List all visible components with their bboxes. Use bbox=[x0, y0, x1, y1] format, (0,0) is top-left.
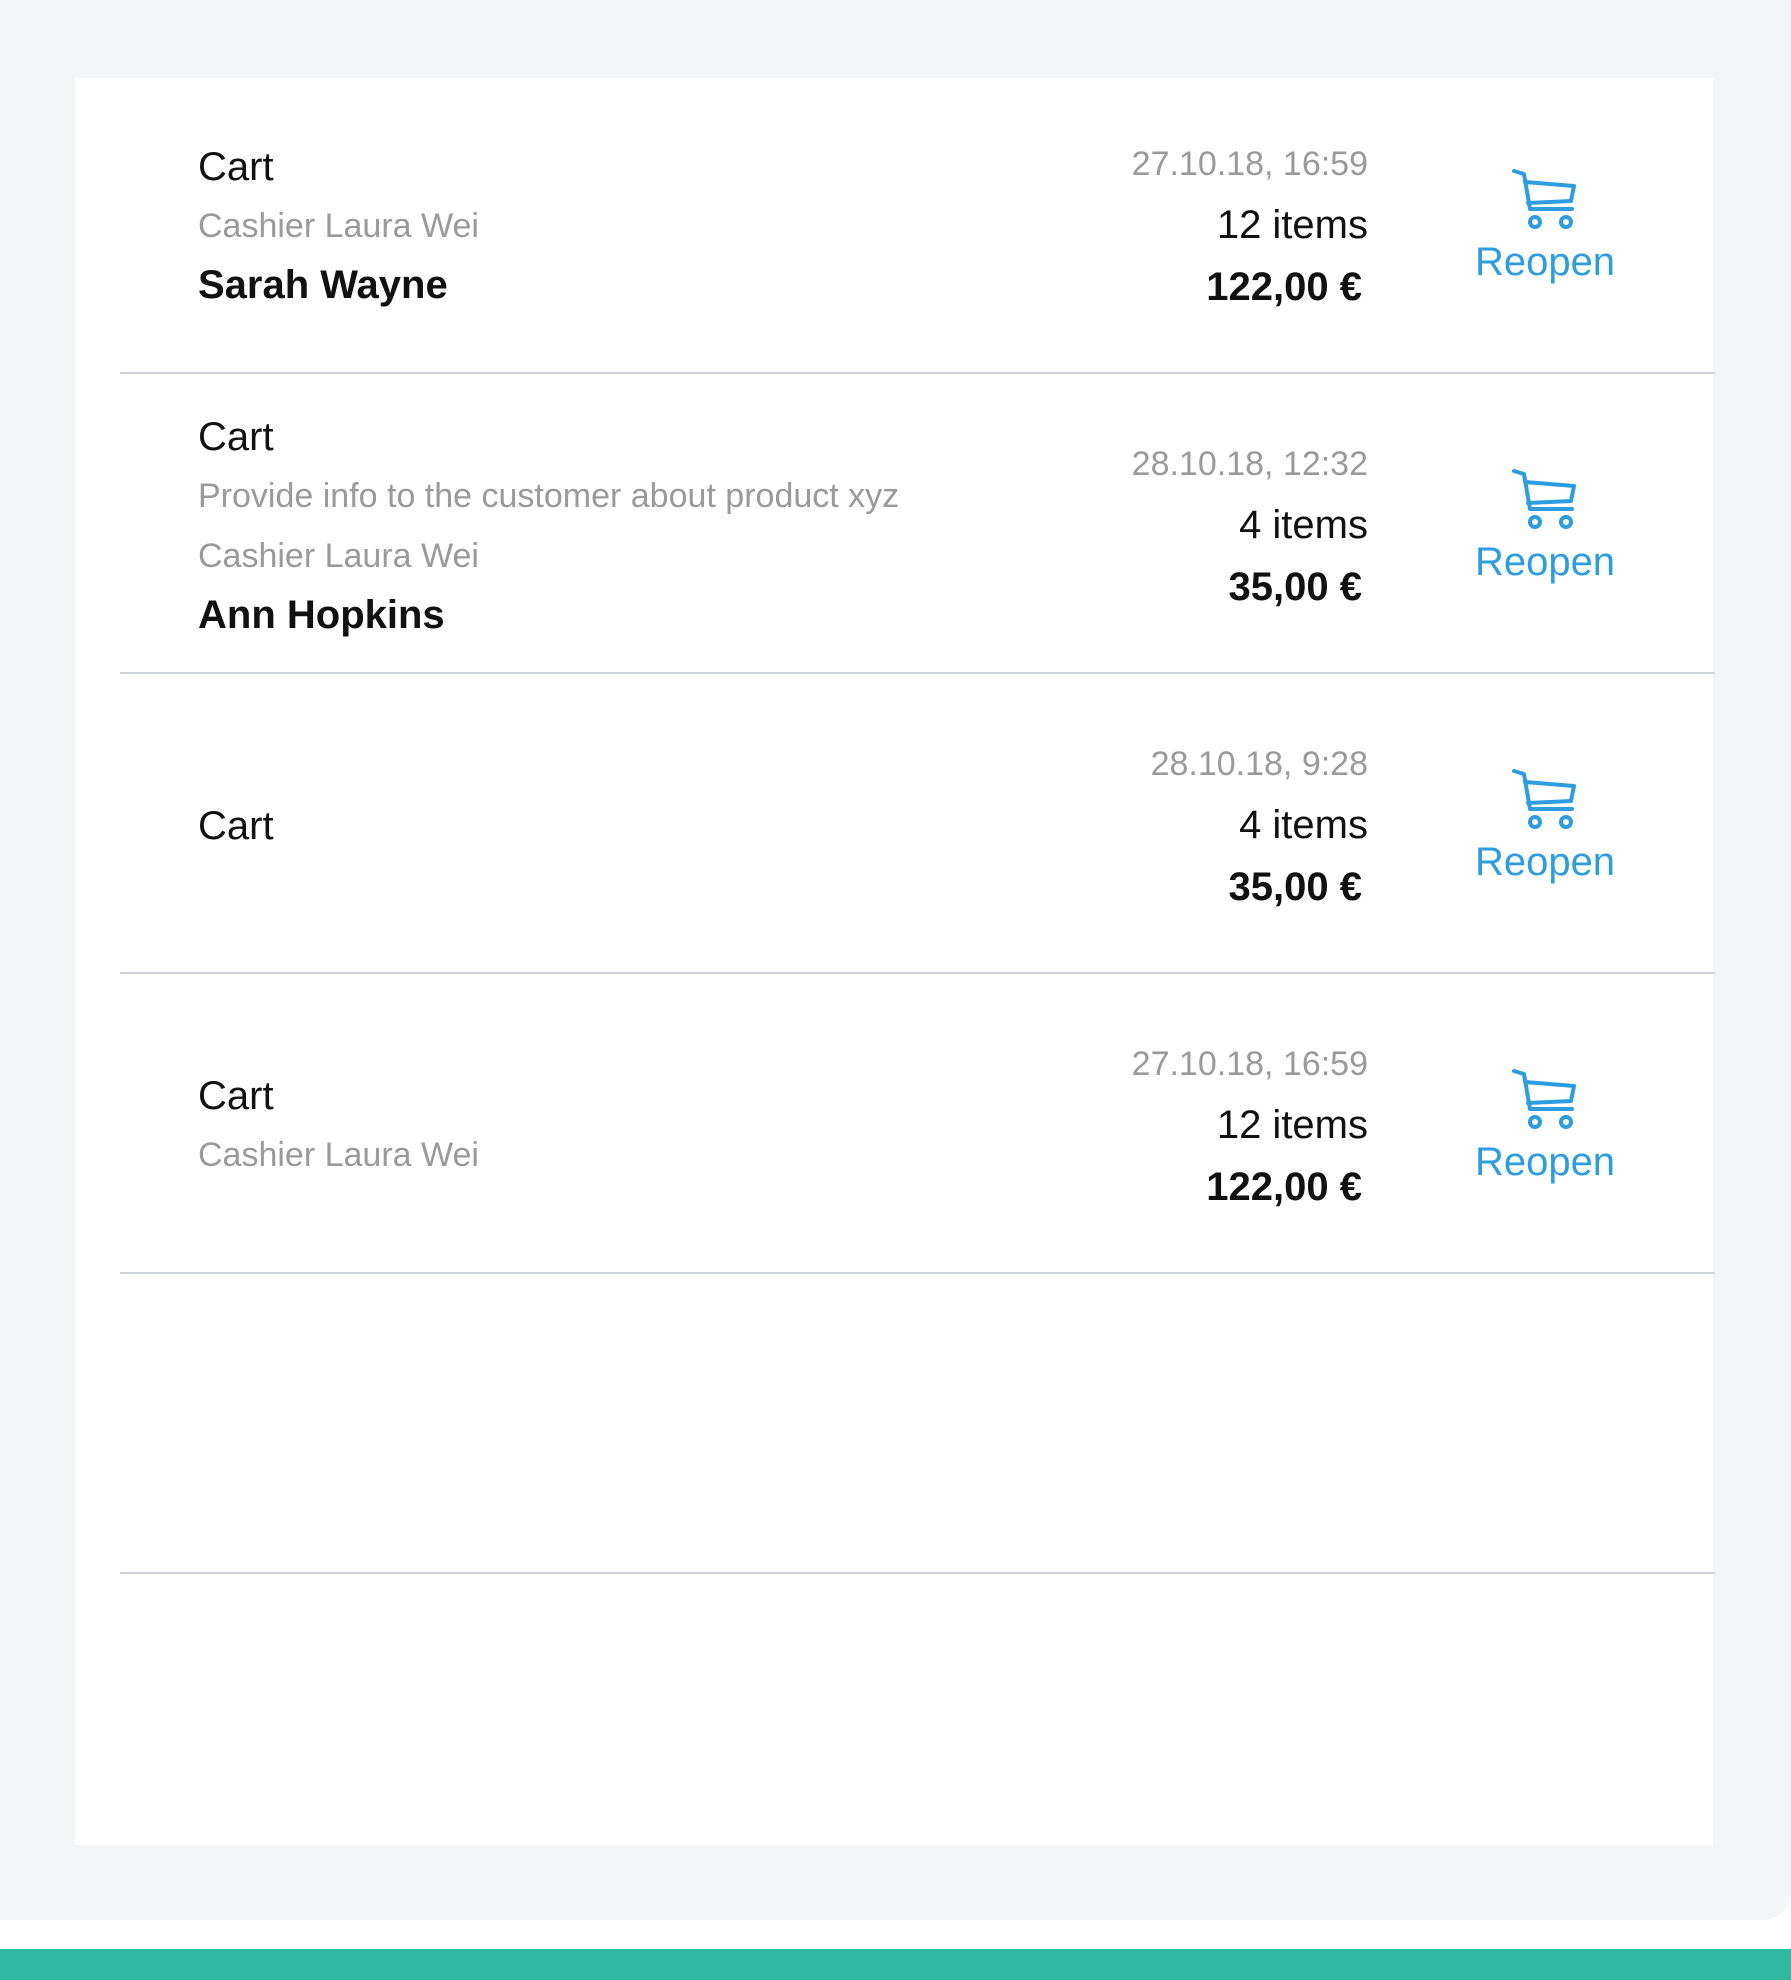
reopen-button[interactable]: Reopen bbox=[1455, 678, 1635, 974]
shopping-cart-icon bbox=[1512, 769, 1576, 829]
saved-carts-panel: Cart Cashier Laura Wei Sarah Wayne 27.10… bbox=[0, 0, 1791, 1920]
reopen-label: Reopen bbox=[1474, 1140, 1616, 1184]
cart-description: Provide info to the customer about produ… bbox=[198, 477, 900, 515]
cart-total: 122,00 € bbox=[1206, 265, 1362, 309]
cart-total: 122,00 € bbox=[1206, 1165, 1362, 1209]
cart-date: 27.10.18, 16:59 bbox=[1131, 1045, 1368, 1083]
empty-row bbox=[75, 1278, 1715, 1574]
cart-title: Cart bbox=[198, 804, 274, 848]
cart-total: 35,00 € bbox=[1228, 565, 1362, 609]
reopen-button[interactable]: Reopen bbox=[1455, 78, 1635, 374]
cart-info: Cart Cashier Laura Wei Sarah Wayne bbox=[198, 78, 1098, 374]
cart-row: Cart Cashier Laura Wei Sarah Wayne 27.10… bbox=[75, 78, 1715, 374]
cart-cashier: Cashier Laura Wei bbox=[198, 537, 479, 575]
cart-row: Cart 28.10.18, 9:28 4 items 35,00 € Reop… bbox=[75, 678, 1715, 974]
cart-cashier: Cashier Laura Wei bbox=[198, 1136, 479, 1174]
cart-list: Cart Cashier Laura Wei Sarah Wayne 27.10… bbox=[75, 78, 1715, 1845]
cart-summary: 28.10.18, 9:28 4 items 35,00 € bbox=[1151, 678, 1368, 974]
cart-item-count: 4 items bbox=[1239, 503, 1368, 547]
cart-customer: Sarah Wayne bbox=[198, 263, 448, 307]
reopen-button[interactable]: Reopen bbox=[1455, 978, 1635, 1274]
shopping-cart-icon bbox=[1512, 1069, 1576, 1129]
cart-summary: 27.10.18, 16:59 12 items 122,00 € bbox=[1132, 78, 1368, 374]
footer-bar bbox=[0, 1949, 1791, 1980]
reopen-label: Reopen bbox=[1474, 540, 1616, 584]
cart-title: Cart bbox=[198, 415, 274, 459]
cart-item-count: 12 items bbox=[1216, 1103, 1368, 1147]
cart-cashier: Cashier Laura Wei bbox=[198, 207, 479, 245]
reopen-label: Reopen bbox=[1474, 240, 1616, 284]
cart-date: 28.10.18, 12:32 bbox=[1131, 445, 1368, 483]
cart-date: 28.10.18, 9:28 bbox=[1150, 745, 1368, 783]
cart-info: Cart bbox=[198, 678, 1098, 974]
cart-item-count: 4 items bbox=[1239, 803, 1368, 847]
cart-customer: Ann Hopkins bbox=[198, 593, 445, 637]
row-divider bbox=[120, 1272, 1715, 1274]
cart-summary: 28.10.18, 12:32 4 items 35,00 € bbox=[1132, 378, 1368, 674]
cart-info: Cart Provide info to the customer about … bbox=[198, 378, 1098, 674]
row-divider bbox=[120, 1572, 1715, 1574]
cart-title: Cart bbox=[198, 1074, 274, 1118]
cart-total: 35,00 € bbox=[1228, 865, 1362, 909]
cart-row: Cart Cashier Laura Wei 27.10.18, 16:59 1… bbox=[75, 978, 1715, 1274]
cart-row: Cart Provide info to the customer about … bbox=[75, 378, 1715, 674]
cart-title: Cart bbox=[198, 145, 274, 189]
reopen-label: Reopen bbox=[1474, 840, 1616, 884]
shopping-cart-icon bbox=[1512, 169, 1576, 229]
cart-date: 27.10.18, 16:59 bbox=[1131, 145, 1368, 183]
cart-info: Cart Cashier Laura Wei bbox=[198, 978, 1098, 1274]
cart-item-count: 12 items bbox=[1216, 203, 1368, 247]
reopen-button[interactable]: Reopen bbox=[1455, 378, 1635, 674]
row-divider bbox=[120, 372, 1715, 374]
row-divider bbox=[120, 672, 1715, 674]
shopping-cart-icon bbox=[1512, 469, 1576, 529]
cart-summary: 27.10.18, 16:59 12 items 122,00 € bbox=[1132, 978, 1368, 1274]
row-divider bbox=[120, 972, 1715, 974]
